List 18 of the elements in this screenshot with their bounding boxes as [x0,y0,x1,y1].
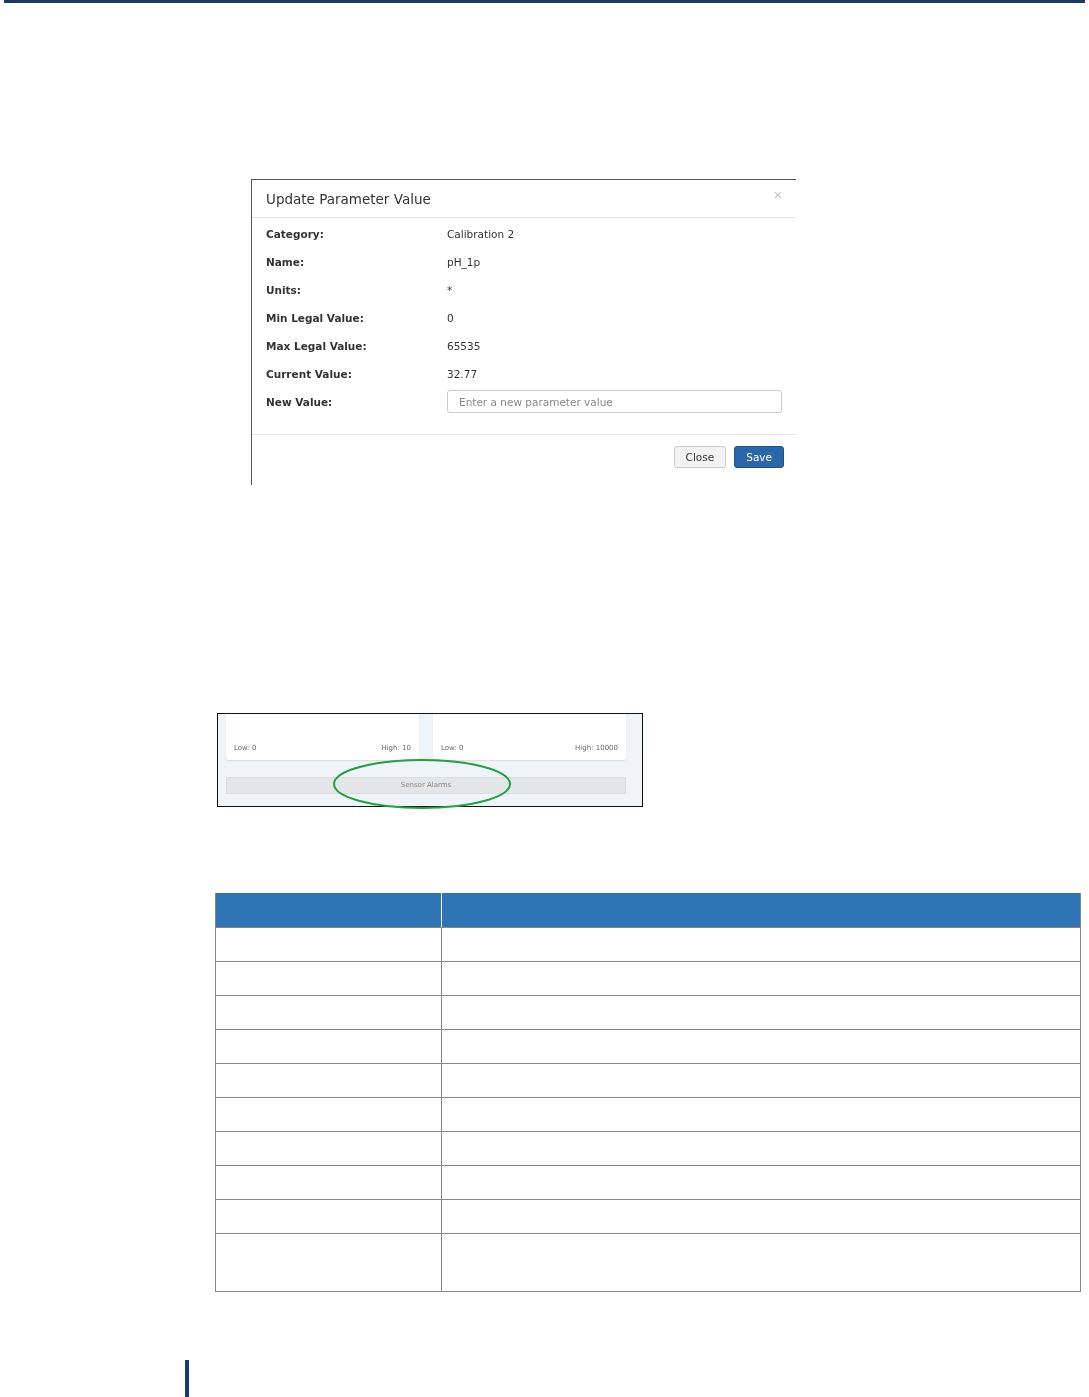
field-label: Name: [266,256,306,268]
input-field[interactable]: Enter a new parameter value [447,390,782,413]
field-value: pH_1p [447,256,481,268]
field-value: 0 [447,312,454,324]
field-label: New Value: [266,396,334,408]
footer-bar [185,1360,189,1397]
field-value: Calibration 2 [447,228,515,240]
field-value: * [447,284,453,296]
dialog-title: Update Parameter Value [266,190,431,207]
field-label: Current Value: [266,368,353,380]
field-value: 32.77 [447,368,478,380]
field-label: Category: [266,228,325,240]
save-button[interactable]: Save [734,446,784,468]
close-button[interactable]: Close [673,446,727,468]
field-label: Units: [266,284,303,296]
field-value: 65535 [447,340,481,352]
field-label: Min Legal Value: [266,312,365,324]
field-label: Max Legal Value: [266,340,368,352]
